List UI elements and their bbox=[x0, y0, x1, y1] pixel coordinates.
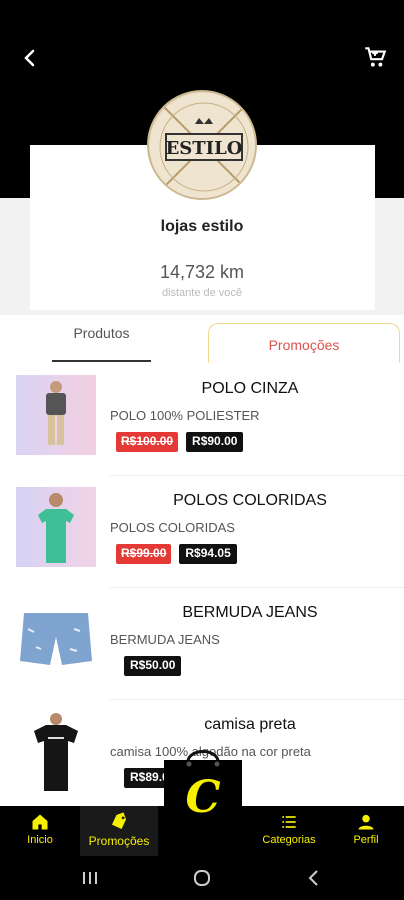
old-price: R$99.00 bbox=[116, 544, 172, 564]
divider bbox=[110, 699, 404, 700]
tab-promocoes[interactable]: Promoções bbox=[208, 323, 400, 363]
person-icon bbox=[356, 812, 376, 832]
product-image bbox=[16, 375, 96, 455]
tab-produtos-label: Produtos bbox=[73, 325, 130, 341]
nav-inicio[interactable]: Inicio bbox=[10, 806, 70, 856]
product-image bbox=[16, 711, 96, 791]
tab-promocoes-label: Promoções bbox=[268, 337, 340, 353]
product-image bbox=[16, 599, 96, 679]
nav-categorias[interactable]: Categorias bbox=[252, 806, 326, 856]
product-title: BERMUDA JEANS bbox=[182, 604, 318, 621]
product-image bbox=[16, 487, 96, 567]
product-description: BERMUDA JEANS bbox=[110, 632, 220, 647]
home-icon bbox=[30, 812, 50, 832]
arrow-back-icon[interactable] bbox=[18, 46, 42, 70]
product-title: camisa preta bbox=[204, 716, 296, 733]
product-description: camisa 100% algodão na cor preta bbox=[110, 744, 311, 759]
new-price: R$94.05 bbox=[179, 544, 237, 564]
list-icon bbox=[279, 812, 299, 832]
store-logo: ESTILO bbox=[147, 90, 257, 200]
divider bbox=[110, 475, 404, 476]
logo-text: ESTILO bbox=[166, 138, 243, 159]
nav-promocoes[interactable]: Promoções bbox=[80, 806, 158, 856]
system-back-icon[interactable] bbox=[304, 868, 324, 888]
recent-apps-icon[interactable] bbox=[80, 868, 100, 888]
tab-underline bbox=[52, 360, 151, 362]
product-prices: R$50.00 bbox=[124, 656, 182, 676]
product-prices: R$99.00 R$94.05 bbox=[116, 544, 237, 564]
home-circle-icon[interactable] bbox=[192, 868, 212, 888]
nav-promocoes-label: Promoções bbox=[88, 834, 150, 848]
tab-produtos[interactable]: Produtos bbox=[52, 325, 151, 362]
product-title: POLO CINZA bbox=[201, 380, 299, 397]
product-description: POLO 100% POLIESTER bbox=[110, 408, 260, 423]
product-item[interactable]: POLO CINZA POLO 100% POLIESTER R$100.00 … bbox=[0, 365, 404, 477]
product-description: POLOS COLORIDAS bbox=[110, 520, 235, 535]
tab-bar: Produtos Promoções bbox=[0, 315, 404, 365]
bag-logo-letter: C bbox=[185, 772, 220, 823]
old-price: R$100.00 bbox=[116, 432, 179, 452]
nav-categorias-label: Categorias bbox=[262, 834, 316, 846]
shopping-bag-button[interactable]: C bbox=[158, 740, 248, 832]
system-nav-bar bbox=[0, 856, 404, 900]
store-distance: 14,732 km bbox=[159, 262, 245, 282]
store-name: lojas estilo bbox=[160, 218, 244, 235]
product-prices: R$100.00 R$90.00 bbox=[116, 432, 244, 452]
product-item[interactable]: BERMUDA JEANS BERMUDA JEANS R$50.00 bbox=[0, 589, 404, 701]
divider bbox=[110, 587, 404, 588]
product-title: POLOS COLORIDAS bbox=[173, 492, 327, 509]
product-item[interactable]: POLOS COLORIDAS POLOS COLORIDAS R$99.00 … bbox=[0, 477, 404, 589]
shopping-cart-icon[interactable] bbox=[362, 44, 388, 70]
new-price: R$90.00 bbox=[186, 432, 244, 452]
nav-inicio-label: Inicio bbox=[27, 834, 53, 846]
store-distance-label: distante de você bbox=[161, 287, 243, 299]
tag-icon bbox=[109, 812, 129, 832]
nav-perfil[interactable]: Perfil bbox=[336, 806, 396, 856]
nav-perfil-label: Perfil bbox=[353, 834, 379, 846]
new-price: R$50.00 bbox=[124, 656, 182, 676]
